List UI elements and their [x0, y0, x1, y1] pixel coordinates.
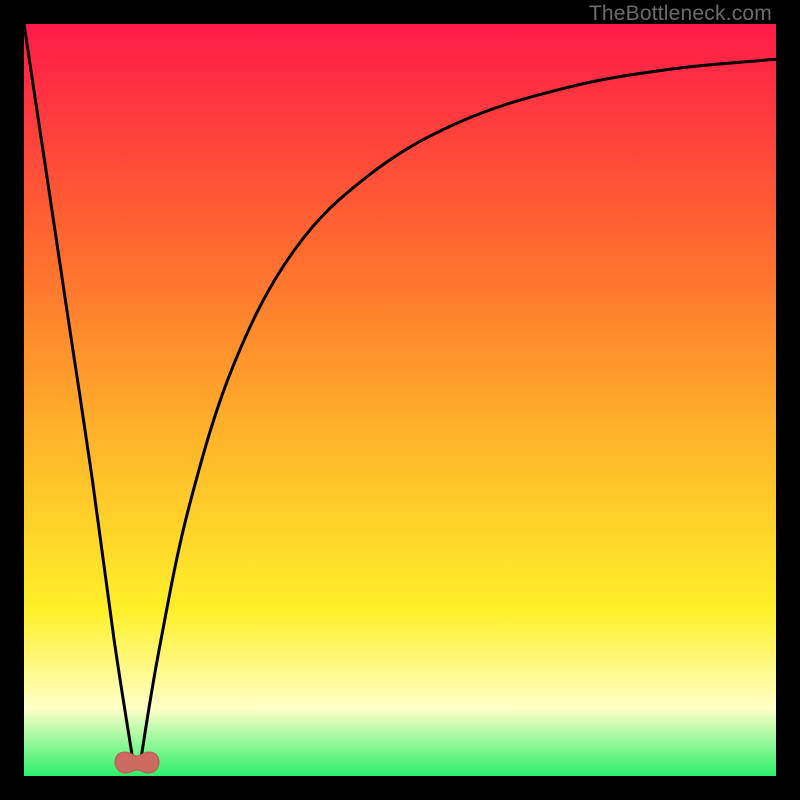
- watermark-text: TheBottleneck.com: [589, 2, 772, 26]
- gradient-background: [24, 24, 776, 776]
- chart-frame: [24, 24, 776, 776]
- bottleneck-chart: [24, 24, 776, 776]
